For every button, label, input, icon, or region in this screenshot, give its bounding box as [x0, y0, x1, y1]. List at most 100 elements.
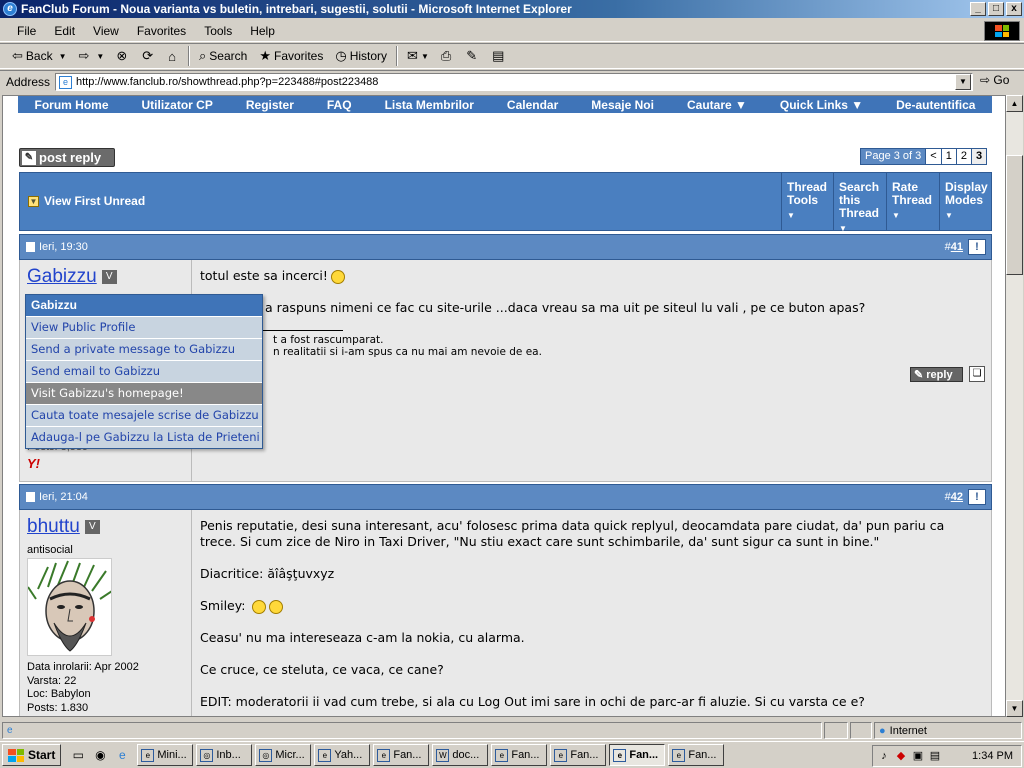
- popup-send-pm[interactable]: Send a private message to Gabizzu: [26, 338, 262, 360]
- nav-new-posts[interactable]: Mesaje Noi: [591, 98, 654, 112]
- taskbar-item[interactable]: e Fan...: [373, 744, 430, 766]
- rate-thread-label: Rate Thread: [892, 180, 933, 207]
- nav-quick-links[interactable]: Quick Links ▼: [780, 98, 863, 112]
- stop-button[interactable]: ⊗: [110, 45, 136, 67]
- username-link[interactable]: bhuttu V: [27, 516, 100, 538]
- report-post-icon[interactable]: !: [968, 239, 986, 255]
- address-dropdown-icon[interactable]: ▼: [955, 74, 971, 90]
- forward-button[interactable]: ⇨ ▼: [73, 45, 111, 67]
- post-paragraph: Penis reputatie, desi suna interesant, a…: [200, 518, 945, 549]
- taskbar-item[interactable]: e Yah...: [314, 744, 371, 766]
- taskbar-item[interactable]: ◎ Inb...: [196, 744, 253, 766]
- display-modes-menu[interactable]: Display Modes ▼: [939, 173, 993, 230]
- popup-visit-homepage[interactable]: Visit Gabizzu's homepage!: [26, 382, 262, 404]
- vertical-scrollbar[interactable]: ▲ ▼: [1006, 95, 1023, 717]
- mail-dropdown-icon[interactable]: ▼: [421, 52, 429, 61]
- page-2[interactable]: 2: [955, 149, 971, 164]
- view-first-unread-link[interactable]: ▼ View First Unread: [28, 194, 145, 208]
- username: Gabizzu: [27, 266, 97, 287]
- post-reply-button[interactable]: ✎ post reply: [19, 148, 115, 167]
- nav-register[interactable]: Register: [246, 98, 294, 112]
- back-button[interactable]: ⇦ Back ▼: [6, 45, 73, 67]
- rate-thread-menu[interactable]: Rate Thread ▼: [886, 173, 939, 230]
- forward-dropdown-icon[interactable]: ▼: [96, 52, 104, 61]
- user-location: Loc: Babylon: [27, 688, 91, 700]
- multiquote-icon[interactable]: ❏: [969, 366, 985, 382]
- taskbar-item[interactable]: e Fan...: [491, 744, 548, 766]
- popup-add-friend[interactable]: Adauga-l pe Gabizzu la Lista de Prieteni: [26, 426, 262, 448]
- nav-search[interactable]: Cautare ▼: [687, 98, 747, 112]
- minimize-button[interactable]: _: [970, 2, 986, 16]
- search-thread-label: Search this Thread: [839, 180, 880, 220]
- yahoo-icon[interactable]: Y!: [27, 456, 40, 471]
- clock[interactable]: 1:34 PM: [972, 750, 1013, 762]
- back-label: Back: [25, 49, 53, 63]
- post-paragraph: Ce cruce, ce steluta, ce vaca, ce cane?: [200, 662, 444, 677]
- go-arrow-icon: ⇨: [980, 73, 991, 87]
- task-label: Inb...: [216, 749, 241, 761]
- nav-forum-home[interactable]: Forum Home: [35, 98, 109, 112]
- scroll-down-icon[interactable]: ▼: [1006, 700, 1023, 717]
- menu-help[interactable]: Help: [241, 24, 284, 38]
- close-button[interactable]: x: [1006, 2, 1022, 16]
- taskbar-item-active[interactable]: e Fan...: [609, 744, 666, 766]
- mail-button[interactable]: ✉ ▼: [401, 45, 435, 67]
- favorites-label: Favorites: [273, 49, 324, 63]
- security-zone: ● Internet: [874, 722, 1022, 739]
- address-input[interactable]: e http://www.fanclub.ro/showthread.php?p…: [55, 73, 973, 91]
- thread-tools-menu[interactable]: Thread Tools ▼: [781, 173, 833, 230]
- tray-app-icon[interactable]: ♪: [877, 749, 891, 763]
- popup-search-posts[interactable]: Cauta toate mesajele scrise de Gabizzu: [26, 404, 262, 426]
- taskbar-item[interactable]: e Mini...: [137, 744, 194, 766]
- menu-favorites[interactable]: Favorites: [128, 24, 195, 38]
- post-number-link[interactable]: 41: [951, 241, 963, 253]
- popup-send-email[interactable]: Send email to Gabizzu: [26, 360, 262, 382]
- discuss-button[interactable]: ▤: [486, 45, 513, 67]
- app-icon: e: [672, 748, 686, 762]
- scroll-up-icon[interactable]: ▲: [1006, 95, 1023, 112]
- search-button[interactable]: ⌕ Search: [193, 45, 253, 67]
- show-desktop-icon[interactable]: ▭: [69, 746, 87, 764]
- windows-flag-icon: [8, 748, 24, 762]
- history-button[interactable]: ◷ History: [329, 45, 393, 67]
- tray-app-icon[interactable]: ▤: [928, 749, 942, 763]
- zone-label: Internet: [889, 724, 927, 737]
- username-link[interactable]: Gabizzu V: [27, 266, 117, 288]
- reply-button[interactable]: ✎ reply: [910, 367, 963, 382]
- search-thread-menu[interactable]: Search this Thread ▼: [833, 173, 886, 233]
- print-button[interactable]: ⎙: [435, 45, 460, 67]
- nav-logout[interactable]: De-autentifica: [896, 98, 975, 112]
- popup-view-profile[interactable]: View Public Profile: [26, 316, 262, 338]
- page-prev[interactable]: <: [925, 149, 941, 164]
- report-post-icon[interactable]: !: [968, 489, 986, 505]
- taskbar-item[interactable]: e Fan...: [668, 744, 725, 766]
- tray-app-icon[interactable]: ◆: [894, 749, 908, 763]
- edit-button[interactable]: ✎: [460, 45, 486, 67]
- home-button[interactable]: ⌂: [162, 45, 185, 67]
- refresh-button[interactable]: ⟳: [136, 45, 162, 67]
- back-dropdown-icon[interactable]: ▼: [59, 52, 67, 61]
- nav-faq[interactable]: FAQ: [327, 98, 352, 112]
- start-button[interactable]: Start: [2, 744, 62, 766]
- tray-network-icon[interactable]: ▣: [911, 749, 925, 763]
- menu-file[interactable]: File: [8, 24, 45, 38]
- taskbar-item[interactable]: Wdoc...: [432, 744, 489, 766]
- nav-calendar[interactable]: Calendar: [507, 98, 558, 112]
- ie-launch-icon[interactable]: e: [113, 746, 131, 764]
- go-button[interactable]: ⇨ Go: [980, 73, 1009, 87]
- menu-edit[interactable]: Edit: [45, 24, 84, 38]
- page-1[interactable]: 1: [940, 149, 956, 164]
- nav-user-cp[interactable]: Utilizator CP: [142, 98, 213, 112]
- toolbar-separator: [188, 46, 191, 66]
- menu-tools[interactable]: Tools: [195, 24, 241, 38]
- post-number-link[interactable]: 42: [951, 491, 963, 503]
- nav-members-list[interactable]: Lista Membrilor: [385, 98, 474, 112]
- taskbar-item[interactable]: ◎ Micr...: [255, 744, 312, 766]
- internet-globe-icon: ●: [879, 724, 886, 737]
- maximize-button[interactable]: □: [988, 2, 1004, 16]
- menu-view[interactable]: View: [84, 24, 128, 38]
- quicklaunch-app-icon[interactable]: ◉: [91, 746, 109, 764]
- taskbar-item[interactable]: e Fan...: [550, 744, 607, 766]
- scroll-thumb[interactable]: [1006, 155, 1023, 275]
- favorites-button[interactable]: ★ Favorites: [253, 45, 329, 67]
